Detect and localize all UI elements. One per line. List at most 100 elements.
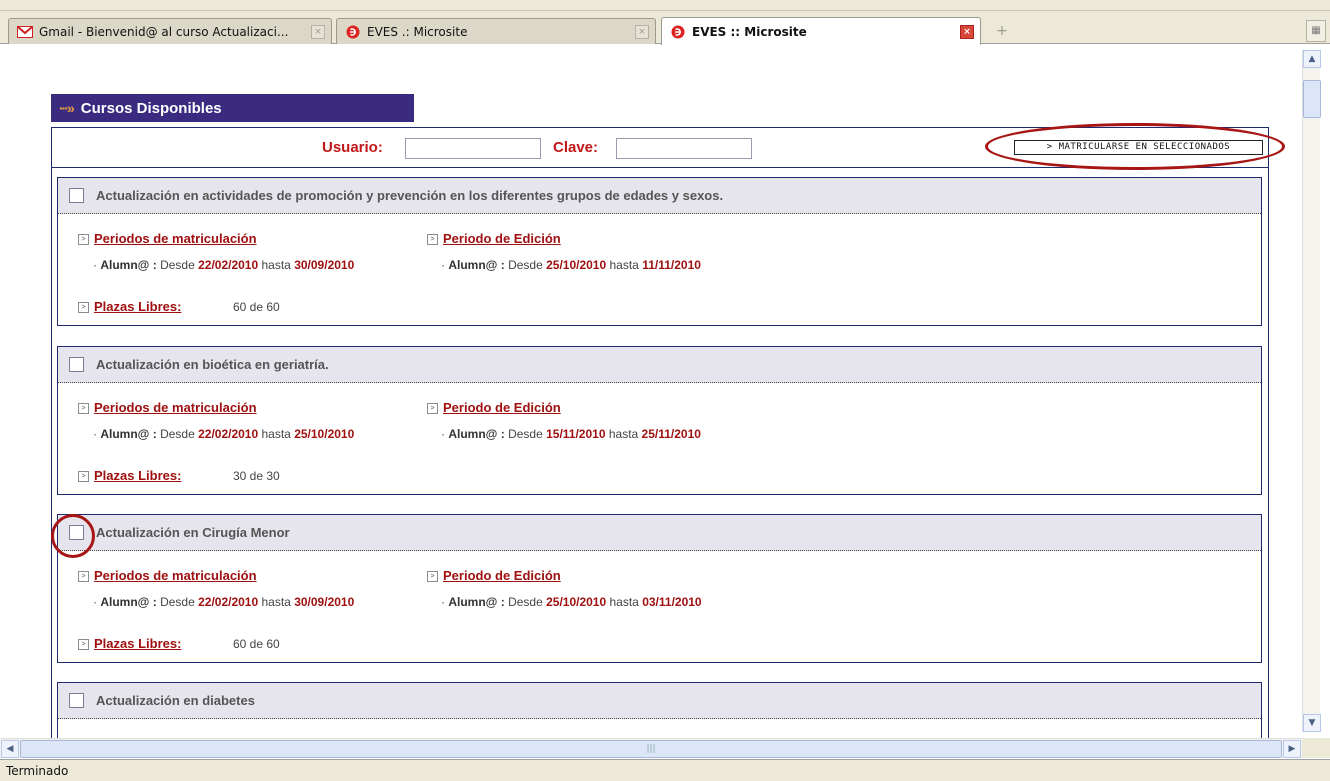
date-from: 25/10/2010 <box>546 258 607 272</box>
enrollment-periods-link[interactable]: Periodos de matriculación <box>94 568 257 583</box>
tab-label: EVES :: Microsite <box>692 24 807 39</box>
hasta-label: hasta <box>609 595 639 609</box>
scroll-corner <box>1302 738 1330 758</box>
course-header: Actualización en actividades de promoció… <box>58 178 1261 214</box>
enrollment-periods-link[interactable]: Periodos de matriculación <box>94 231 257 246</box>
course-checkbox[interactable] <box>69 525 84 540</box>
enroll-selected-button[interactable]: > MATRICULARSE EN SELECCIONADOS <box>1014 140 1263 155</box>
tab-eves-active[interactable]: EVES :: Microsite × <box>661 17 981 45</box>
credentials-bar: Usuario: Clave: > MATRICULARSE EN SELECC… <box>52 123 1285 170</box>
desde-label: Desde <box>508 595 543 609</box>
date-from: 22/02/2010 <box>198 595 259 609</box>
vertical-scrollbar[interactable]: ▲ ▼ <box>1302 50 1321 732</box>
tab-label: Gmail - Bienvenid@ al curso Actualizaci.… <box>39 24 289 39</box>
plazas-link[interactable]: Plazas Libres: <box>94 468 181 483</box>
expand-box-icon: > <box>78 571 89 583</box>
date-to: 25/11/2010 <box>641 427 701 441</box>
edition-period-link[interactable]: Periodo de Edición <box>443 568 561 583</box>
date-to: 11/11/2010 <box>642 258 701 272</box>
edition-dates: · Alumn@ : Desde 25/10/2010 hasta 03/11/… <box>441 595 702 609</box>
gmail-icon <box>17 24 33 40</box>
role-label: Alumn@ : <box>448 595 505 609</box>
edition-period-row: > Periodo de Edición <box>427 231 561 246</box>
edition-period-link[interactable]: Periodo de Edición <box>443 400 561 415</box>
clave-input[interactable] <box>616 138 752 159</box>
close-tab-icon[interactable]: × <box>635 24 649 39</box>
course-header: Actualización en Cirugía Menor <box>58 515 1261 551</box>
date-from: 25/10/2010 <box>546 595 607 609</box>
expand-box-icon: > <box>427 571 438 583</box>
double-arrow-icon: ···» <box>59 100 75 116</box>
section-title: Cursos Disponibles <box>80 99 222 117</box>
courses-panel: Usuario: Clave: > MATRICULARSE EN SELECC… <box>51 123 1285 738</box>
plazas-value: 30 de 30 <box>233 469 280 483</box>
hasta-label: hasta <box>261 258 291 272</box>
date-to: 30/09/2010 <box>294 258 355 272</box>
plazas-value: 60 de 60 <box>233 300 280 314</box>
eves-icon <box>670 24 686 40</box>
date-to: 30/09/2010 <box>294 595 355 609</box>
horizontal-scroll-thumb[interactable]: ||| <box>20 740 1282 758</box>
course-body: > Periodos de matriculación > Periodo de E… <box>58 214 1261 325</box>
role-label: Alumn@ : <box>448 258 505 272</box>
role-label: Alumn@ : <box>448 427 505 441</box>
close-tab-icon[interactable]: × <box>311 24 325 39</box>
list-all-tabs-icon[interactable]: ▦ <box>1306 20 1326 42</box>
scroll-down-icon[interactable]: ▼ <box>1303 714 1321 732</box>
course-checkbox[interactable] <box>69 188 84 203</box>
horizontal-scrollbar[interactable]: ◀ ||| ▶ <box>0 738 1302 758</box>
course-title: Actualización en actividades de promoció… <box>96 188 724 203</box>
enrollment-dates: · Alumn@ : Desde 22/02/2010 hasta 30/09/… <box>93 595 355 609</box>
course-title: Actualización en Cirugía Menor <box>96 525 290 540</box>
tab-label: EVES .: Microsite <box>367 24 468 39</box>
course-checkbox[interactable] <box>69 693 84 708</box>
date-from: 22/02/2010 <box>198 427 259 441</box>
expand-box-icon: > <box>78 639 89 651</box>
course-card: Actualización en Cirugía Menor > Periodos… <box>57 514 1262 663</box>
desde-label: Desde <box>160 595 195 609</box>
enrollment-periods-row: > Periodos de matriculación <box>78 400 257 415</box>
tab-gmail[interactable]: Gmail - Bienvenid@ al curso Actualizaci.… <box>8 18 332 44</box>
plazas-link[interactable]: Plazas Libres: <box>94 299 181 314</box>
vertical-scroll-thumb[interactable] <box>1303 80 1321 118</box>
scroll-right-icon[interactable]: ▶ <box>1283 740 1301 758</box>
enrollment-periods-link[interactable]: Periodos de matriculación <box>94 400 257 415</box>
expand-box-icon: > <box>427 234 438 246</box>
usuario-label: Usuario: <box>322 139 383 156</box>
plazas-link[interactable]: Plazas Libres: <box>94 636 181 651</box>
enrollment-periods-row: > Periodos de matriculación <box>78 568 257 583</box>
tab-bar: Gmail - Bienvenid@ al curso Actualizaci.… <box>0 0 1330 45</box>
close-tab-icon[interactable]: × <box>960 24 974 39</box>
desde-label: Desde <box>508 427 543 441</box>
hasta-label: hasta <box>609 258 639 272</box>
plazas-row: > Plazas Libres: <box>78 299 181 314</box>
edition-period-row: > Periodo de Edición <box>427 400 561 415</box>
expand-box-icon: > <box>78 234 89 246</box>
new-tab-button[interactable]: + <box>990 20 1014 44</box>
role-label: Alumn@ : <box>100 595 157 609</box>
tab-eves-1[interactable]: EVES .: Microsite × <box>336 18 656 44</box>
section-header: ···» Cursos Disponibles <box>51 94 414 122</box>
scroll-up-icon[interactable]: ▲ <box>1303 50 1321 68</box>
course-body: > Periodos de matriculación > Periodo de E… <box>58 551 1261 662</box>
course-checkbox[interactable] <box>69 357 84 372</box>
desde-label: Desde <box>160 258 195 272</box>
date-from: 15/11/2010 <box>546 427 606 441</box>
role-label: Alumn@ : <box>100 258 157 272</box>
course-title: Actualización en diabetes <box>96 693 255 708</box>
expand-box-icon: > <box>78 302 89 314</box>
expand-box-icon: > <box>78 471 89 483</box>
page-content: ···» Cursos Disponibles Usuario: Clave: … <box>0 45 1302 738</box>
clave-label: Clave: <box>553 139 599 156</box>
enrollment-dates: · Alumn@ : Desde 22/02/2010 hasta 25/10/… <box>93 427 355 441</box>
plazas-row: > Plazas Libres: <box>78 636 181 651</box>
scroll-left-icon[interactable]: ◀ <box>1 740 19 758</box>
date-to: 25/10/2010 <box>294 427 355 441</box>
desde-label: Desde <box>508 258 543 272</box>
edition-period-link[interactable]: Periodo de Edición <box>443 231 561 246</box>
hasta-label: hasta <box>261 427 291 441</box>
course-card: Actualización en diabetes <box>57 682 1262 738</box>
enrollment-dates: · Alumn@ : Desde 22/02/2010 hasta 30/09/… <box>93 258 355 272</box>
desde-label: Desde <box>160 427 195 441</box>
usuario-input[interactable] <box>405 138 541 159</box>
